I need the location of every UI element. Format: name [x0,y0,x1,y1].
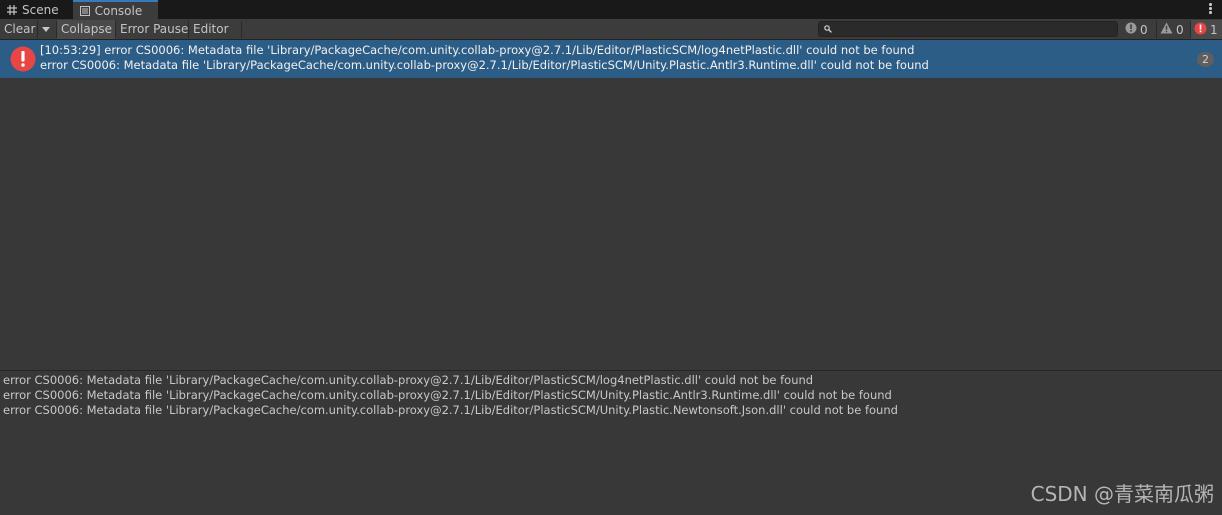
info-count-toggle[interactable]: 0 [1122,20,1156,39]
warning-count: 0 [1176,22,1184,37]
tab-scene[interactable]: Scene [0,0,73,19]
log-entry-line-2: error CS0006: Metadata file 'Library/Pac… [40,58,929,72]
grid-icon [7,4,17,15]
detail-line: error CS0006: Metadata file 'Library/Pac… [3,403,898,417]
tab-scene-label: Scene [22,2,59,17]
clear-options-dropdown[interactable] [38,20,55,39]
collapse-toggle[interactable]: Collapse [57,20,115,39]
tab-console-label: Console [94,3,143,18]
error-count-toggle[interactable]: 1 [1191,20,1222,39]
search-input[interactable] [818,21,1118,37]
editor-dropdown-label: Editor [193,22,229,36]
log-entry-line-1: [10:53:29] error CS0006: Metadata file '… [40,43,915,57]
watermark-text: CSDN @青菜南瓜粥 [1030,482,1214,506]
error-count: 1 [1210,22,1218,37]
log-list[interactable]: [10:53:29] error CS0006: Metadata file '… [0,40,1222,370]
editor-dropdown[interactable]: Editor [189,20,241,51]
info-icon [1125,22,1137,37]
error-icon [1194,22,1207,38]
console-icon [79,5,90,16]
clear-button[interactable]: Clear [0,20,39,39]
log-entry-selected[interactable]: [10:53:29] error CS0006: Metadata file '… [0,40,1222,78]
info-count: 0 [1140,22,1148,37]
warning-icon [1160,22,1173,37]
error-icon [10,46,36,75]
warning-count-toggle[interactable]: 0 [1157,20,1190,39]
detail-line: error CS0006: Metadata file 'Library/Pac… [3,388,892,402]
chevron-down-icon [42,27,50,32]
tab-console[interactable]: Console [72,0,159,19]
toolbar-divider [241,21,242,38]
error-pause-toggle[interactable]: Error Pause [116,20,192,39]
collapse-count-badge: 2 [1197,52,1214,67]
tab-bar: Scene Console [0,0,1222,19]
more-options-icon[interactable] [1209,3,1213,16]
detail-line: error CS0006: Metadata file 'Library/Pac… [3,373,814,387]
